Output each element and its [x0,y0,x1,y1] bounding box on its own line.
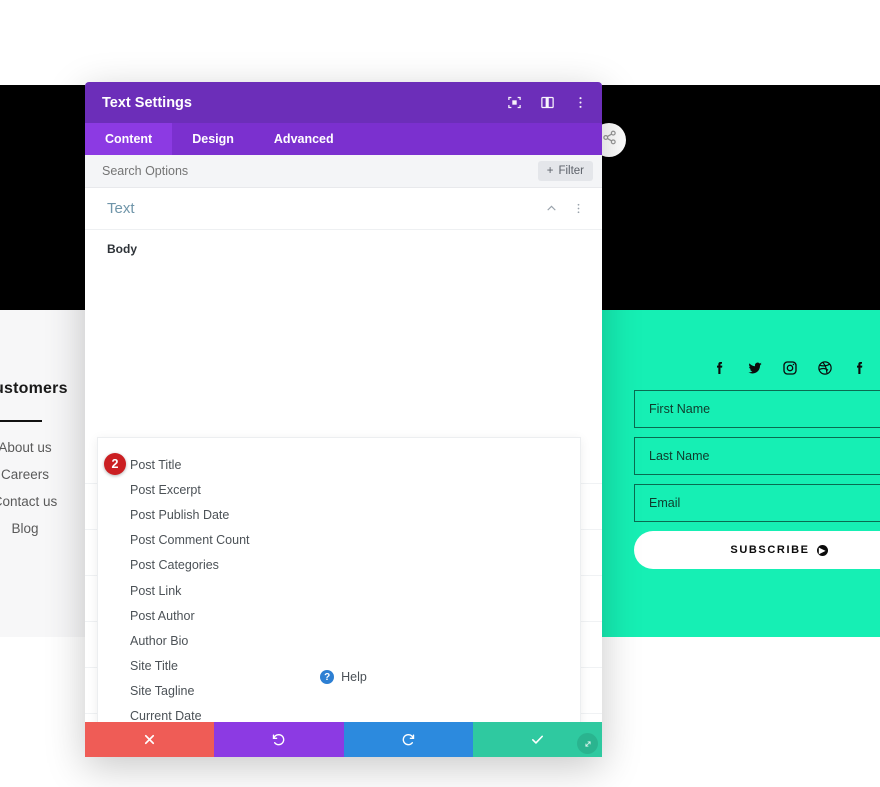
dropdown-item-post-categories[interactable]: Post Categories [98,553,580,578]
question-mark-icon: ? [320,670,335,684]
dropdown-item-post-excerpt[interactable]: Post Excerpt [98,477,580,502]
dropdown-item-post-comment-count[interactable]: Post Comment Count [98,528,580,553]
tab-content[interactable]: Content [85,123,173,155]
footer-link-about-us[interactable]: About us [0,440,90,455]
footer-links-list: About us Careers Contact us Blog [0,440,90,536]
subscribe-button[interactable]: SUBSCRIBE ▶ [634,531,880,569]
undo-button[interactable] [214,722,344,757]
redo-button[interactable] [343,722,473,757]
modal-title: Text Settings [102,94,192,111]
dropdown-item-post-title[interactable]: Post Title [98,452,580,477]
dribbble-icon[interactable] [817,360,833,376]
search-input[interactable] [102,164,538,178]
facebook-icon[interactable] [852,360,868,376]
layout-panel-icon[interactable] [540,95,555,110]
search-bar: + Filter [85,155,602,188]
modal-header-actions [507,95,588,110]
focus-icon[interactable] [507,95,522,110]
check-icon [530,732,545,747]
dropdown-item-post-author[interactable]: Post Author [98,603,580,628]
email-field[interactable]: Email [634,484,880,522]
resize-handle-icon[interactable] [577,733,598,754]
tab-advanced[interactable]: Advanced [254,123,354,155]
filter-button[interactable]: + Filter [537,161,593,181]
last-name-field[interactable]: Last Name [634,437,880,475]
modal-header[interactable]: Text Settings [85,82,602,123]
footer-column-title: Customers [0,380,68,397]
arrow-right-icon: ▶ [816,544,828,556]
facebook-icon[interactable] [712,360,728,376]
more-vertical-icon[interactable] [573,95,588,110]
tab-design[interactable]: Design [172,123,254,155]
modal-footer [85,722,602,757]
dropdown-item-post-link[interactable]: Post Link [98,578,580,603]
screen-root: Customers About us Careers Contact us Bl… [0,0,880,787]
social-icons-row [712,360,872,376]
dropdown-item-post-publish-date[interactable]: Post Publish Date [98,502,580,527]
modal-body: Text Body Post Title Post Excerpt Post P… [85,188,602,722]
text-settings-modal: Text Settings Content Design Advanced Se… [85,82,602,757]
cancel-button[interactable] [85,722,215,757]
dropdown-item-author-bio[interactable]: Author Bio [98,628,580,653]
save-button[interactable] [472,722,602,757]
footer-divider [0,420,42,422]
page-top-strip [0,0,880,85]
instagram-icon[interactable] [782,360,798,376]
filter-label: Filter [558,165,584,177]
first-name-field[interactable]: First Name [634,390,880,428]
footer-link-blog[interactable]: Blog [0,521,90,536]
footer-link-careers[interactable]: Careers [0,467,90,482]
modal-tabs: Content Design Advanced [85,123,602,155]
footer-customers-column: Customers About us Careers Contact us Bl… [0,380,90,536]
help-label: Help [341,670,367,684]
section-header-text[interactable]: Text [85,188,602,230]
body-field-label: Body [107,242,137,256]
first-name-placeholder: First Name [649,402,711,416]
plus-icon: + [546,165,554,177]
step-badge-2: 2 [104,453,126,475]
help-row[interactable]: ? Help [85,670,602,684]
chevron-up-icon[interactable] [545,202,558,215]
subscribe-label: SUBSCRIBE [730,544,810,556]
section-title: Text [107,200,135,217]
more-vertical-icon[interactable] [572,202,585,215]
email-placeholder: Email [649,496,681,510]
redo-icon [401,732,416,747]
undo-icon [271,732,286,747]
close-icon [142,732,157,747]
section-actions [545,202,585,215]
last-name-placeholder: Last Name [649,449,710,463]
share-icon [602,130,617,150]
dropdown-item-current-date[interactable]: Current Date [98,704,580,722]
footer-link-contact-us[interactable]: Contact us [0,494,90,509]
twitter-icon[interactable] [747,360,763,376]
